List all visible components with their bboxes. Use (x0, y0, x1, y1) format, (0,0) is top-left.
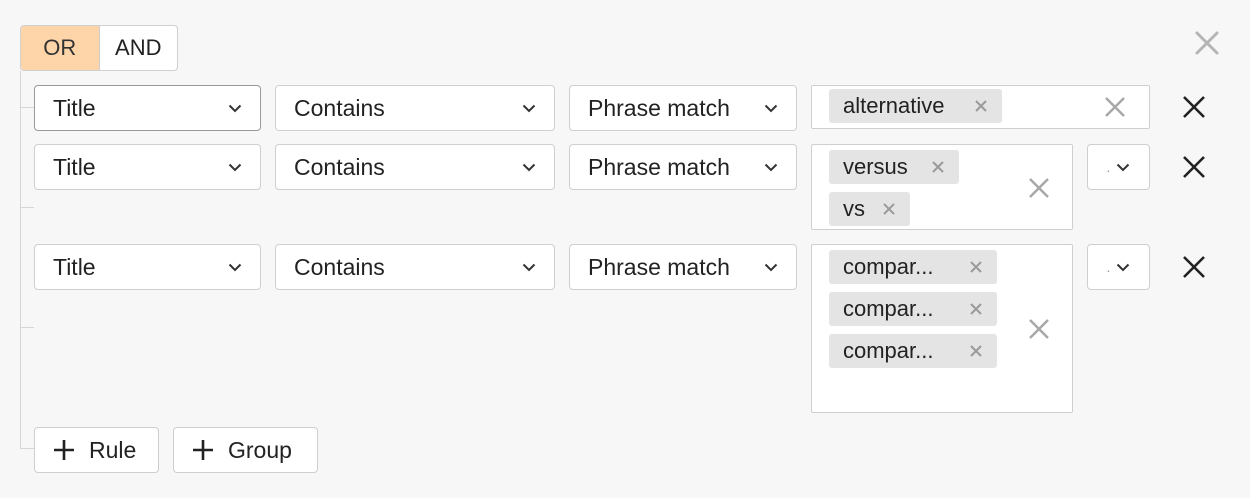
remove-rule-button[interactable] (1179, 92, 1209, 122)
extra-select-value: . (1106, 259, 1111, 275)
chevron-down-icon (228, 101, 242, 115)
close-icon (1029, 178, 1049, 198)
match-type-select-value: Phrase match (588, 153, 730, 180)
chevron-down-icon (764, 160, 778, 174)
or-toggle-button[interactable]: OR (21, 26, 99, 70)
tree-branch (20, 327, 34, 328)
chevron-down-icon (228, 260, 242, 274)
close-icon (970, 261, 982, 273)
values-input[interactable]: alternative (811, 85, 1150, 129)
value-chip: alternative (829, 89, 1002, 123)
add-rule-label: Rule (89, 436, 137, 463)
value-chip-label: compar... (843, 254, 934, 279)
value-chip: versus (829, 150, 959, 184)
match-type-select[interactable]: Phrase match (569, 144, 797, 190)
field-select[interactable]: Title (34, 244, 261, 290)
chip-remove-button[interactable] (967, 292, 985, 326)
values-input[interactable]: compar... compar... compar... (811, 244, 1073, 413)
chip-remove-button[interactable] (967, 250, 985, 284)
tree-branch (20, 207, 34, 208)
operator-select-value: Contains (294, 153, 385, 180)
conjunction-toggle: OR AND (20, 25, 178, 71)
chevron-down-icon (522, 101, 536, 115)
clear-values-button[interactable] (1025, 315, 1053, 343)
value-chip-label: compar... (843, 338, 934, 363)
extra-select[interactable]: . (1087, 144, 1150, 190)
chevron-down-icon (1116, 260, 1130, 274)
close-icon (970, 345, 982, 357)
operator-select[interactable]: Contains (275, 244, 555, 290)
value-chip-label: versus (843, 154, 908, 179)
and-toggle-button[interactable]: AND (98, 26, 178, 70)
field-select-value: Title (53, 94, 96, 121)
values-input[interactable]: versus vs (811, 144, 1073, 230)
value-chip-label: vs (843, 196, 865, 221)
field-select[interactable]: Title (34, 144, 261, 190)
operator-select[interactable]: Contains (275, 144, 555, 190)
operator-select-value: Contains (294, 253, 385, 280)
chevron-down-icon (764, 101, 778, 115)
chip-remove-button[interactable] (967, 334, 985, 368)
close-icon (1195, 31, 1219, 55)
tree-branch (20, 448, 34, 449)
group-tree-line (20, 71, 21, 448)
chevron-down-icon (522, 260, 536, 274)
chip-remove-button[interactable] (929, 150, 947, 184)
add-group-label: Group (228, 436, 292, 463)
operator-select-value: Contains (294, 94, 385, 121)
value-chip-label: alternative (843, 93, 945, 118)
add-rule-button[interactable]: Rule (34, 427, 159, 473)
chevron-down-icon (764, 260, 778, 274)
remove-rule-button[interactable] (1179, 152, 1209, 182)
value-chip: compar... (829, 334, 997, 368)
field-select[interactable]: Title (34, 85, 261, 131)
tree-branch (20, 107, 34, 108)
match-type-select[interactable]: Phrase match (569, 244, 797, 290)
add-group-button[interactable]: Group (173, 427, 318, 473)
value-chip: compar... (829, 292, 997, 326)
match-type-select-value: Phrase match (588, 94, 730, 121)
plus-icon (54, 440, 74, 460)
close-icon (1183, 156, 1205, 178)
match-type-select[interactable]: Phrase match (569, 85, 797, 131)
close-icon (1105, 97, 1125, 117)
value-chip-label: compar... (843, 296, 934, 321)
plus-icon (193, 440, 213, 460)
clear-values-button[interactable] (1025, 174, 1053, 202)
extra-select[interactable]: . (1087, 244, 1150, 290)
value-chip: vs (829, 192, 910, 226)
field-select-value: Title (53, 253, 96, 280)
close-icon (1183, 256, 1205, 278)
operator-select[interactable]: Contains (275, 85, 555, 131)
chevron-down-icon (1116, 160, 1130, 174)
field-select-value: Title (53, 153, 96, 180)
match-type-select-value: Phrase match (588, 253, 730, 280)
close-icon (932, 161, 944, 173)
close-icon (970, 303, 982, 315)
chevron-down-icon (228, 160, 242, 174)
chip-remove-button[interactable] (880, 192, 898, 226)
close-icon (1183, 96, 1205, 118)
close-icon (1029, 319, 1049, 339)
chip-remove-button[interactable] (972, 89, 990, 123)
remove-rule-button[interactable] (1179, 252, 1209, 282)
chevron-down-icon (522, 160, 536, 174)
value-chip: compar... (829, 250, 997, 284)
close-group-button[interactable] (1192, 28, 1222, 58)
close-icon (883, 203, 895, 215)
clear-values-button[interactable] (1101, 93, 1129, 121)
close-icon (975, 100, 987, 112)
extra-select-value: . (1106, 159, 1111, 175)
